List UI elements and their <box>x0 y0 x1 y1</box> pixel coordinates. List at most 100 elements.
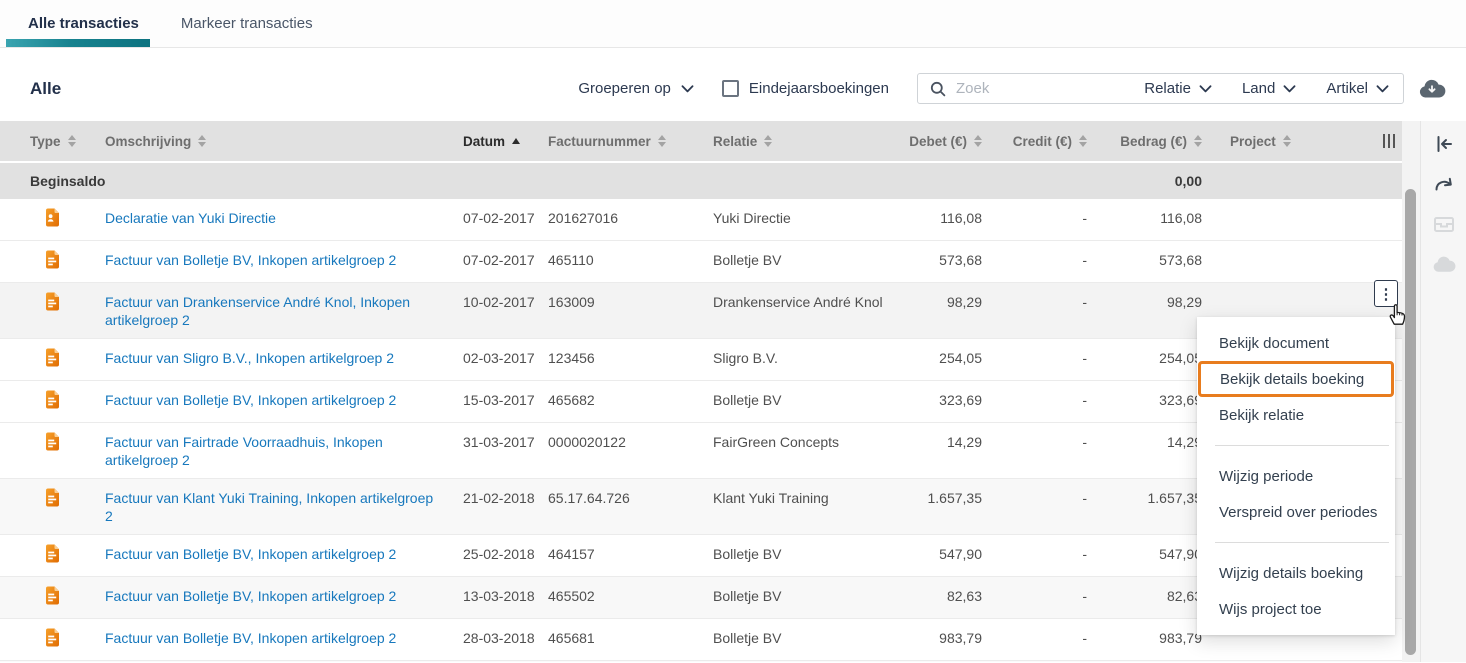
transaction-link[interactable]: Factuur van Klant Yuki Training, Inkopen… <box>105 490 433 524</box>
debit-cell: 254,05 <box>939 350 982 366</box>
invoice-number-cell: 465681 <box>548 630 595 646</box>
menu-item-wijs-project-toe[interactable]: Wijs project toe <box>1197 591 1395 627</box>
tab-markeer-transacties[interactable]: Markeer transacties <box>181 15 313 32</box>
description-cell: Factuur van Bolletje BV, Inkopen artikel… <box>90 545 455 563</box>
transaction-link[interactable]: Factuur van Bolletje BV, Inkopen artikel… <box>105 588 396 604</box>
invoice-number-cell: 464157 <box>548 546 595 562</box>
column-label: Debet (€) <box>909 133 967 149</box>
year-end-checkbox[interactable] <box>721 80 739 97</box>
invoice-number-cell: 465682 <box>548 392 595 408</box>
debit-cell: 14,29 <box>946 434 982 450</box>
table-row[interactable]: Factuur van Bolletje BV, Inkopen artikel… <box>0 577 1402 619</box>
menu-item-bekijk-document[interactable]: Bekijk document <box>1197 325 1395 361</box>
column-header-debet[interactable]: Debet (€) <box>895 134 990 149</box>
search-input[interactable] <box>954 79 1115 98</box>
table-row[interactable]: Factuur van Drankenservice André Knol, I… <box>0 283 1402 339</box>
table-row[interactable]: Factuur van Bolletje BV, Inkopen artikel… <box>0 241 1402 283</box>
transaction-link[interactable]: Factuur van Bolletje BV, Inkopen artikel… <box>105 546 396 562</box>
table-row[interactable]: Factuur van Klant Yuki Training, Inkopen… <box>0 479 1402 535</box>
column-label: Datum <box>463 133 506 149</box>
archive-icon <box>1431 211 1457 237</box>
invoice-document-icon <box>46 292 59 311</box>
relation-cell: Bolletje BV <box>713 630 782 646</box>
transaction-link[interactable]: Factuur van Sligro B.V., Inkopen artikel… <box>105 350 394 366</box>
column-header-project[interactable]: Project <box>1210 134 1320 149</box>
column-header-omschrijving[interactable]: Omschrijving <box>90 134 455 149</box>
transaction-link[interactable]: Factuur van Fairtrade Voorraadhuis, Inko… <box>105 434 383 468</box>
invoice-number-cell: 123456 <box>548 350 595 366</box>
relation-cell: Yuki Directie <box>713 210 791 226</box>
transaction-link[interactable]: Factuur van Bolletje BV, Inkopen artikel… <box>105 252 396 268</box>
column-label: Omschrijving <box>105 133 192 149</box>
transaction-link[interactable]: Factuur van Bolletje BV, Inkopen artikel… <box>105 392 396 408</box>
sort-toggle-icon <box>1194 135 1202 147</box>
invoice-document-icon <box>46 488 59 507</box>
transaction-link[interactable]: Factuur van Bolletje BV, Inkopen artikel… <box>105 630 396 646</box>
search-icon <box>930 81 946 96</box>
debit-cell: 573,68 <box>939 252 982 268</box>
beginsaldo-row: Beginsaldo 0,00 <box>0 161 1402 199</box>
menu-item-verspreid-over-periodes[interactable]: Verspreid over periodes <box>1197 494 1395 530</box>
collapse-panel-icon[interactable] <box>1431 131 1457 157</box>
table-row[interactable]: Factuur van Bolletje BV, Inkopen artikel… <box>0 535 1402 577</box>
description-cell: Factuur van Bolletje BV, Inkopen artikel… <box>90 391 455 409</box>
menu-item-bekijk-relatie[interactable]: Bekijk relatie <box>1197 397 1395 433</box>
export-cloud-button[interactable] <box>1418 78 1446 99</box>
date-cell: 07-02-2017 <box>463 252 535 268</box>
sort-toggle-icon <box>657 135 666 147</box>
description-cell: Factuur van Bolletje BV, Inkopen artikel… <box>90 587 455 605</box>
table-row[interactable]: Factuur van Fairtrade Voorraadhuis, Inko… <box>0 423 1402 479</box>
filter-artikel[interactable]: Artikel <box>1326 80 1389 97</box>
column-header-relatie[interactable]: Relatie <box>705 134 895 149</box>
menu-item-bekijk-details-boeking[interactable]: Bekijk details boeking <box>1198 361 1394 397</box>
column-header-credit[interactable]: Credit (€) <box>990 134 1095 149</box>
document-type-cell <box>0 348 90 371</box>
vertical-scrollbar[interactable] <box>1402 121 1420 662</box>
description-cell: Factuur van Bolletje BV, Inkopen artikel… <box>90 251 455 269</box>
table-row[interactable]: Factuur van Bolletje BV, Inkopen artikel… <box>0 619 1402 661</box>
table-row[interactable]: Factuur van Bolletje BV, Inkopen artikel… <box>0 381 1402 423</box>
group-by-dropdown[interactable]: Groeperen op <box>578 80 694 97</box>
amount-cell: 116,08 <box>1160 210 1202 226</box>
tab-alle-transacties[interactable]: Alle transacties <box>28 15 139 32</box>
document-type-cell <box>0 488 90 511</box>
redo-icon[interactable] <box>1431 171 1457 197</box>
amount-cell: 323,69 <box>1159 392 1202 408</box>
column-header-bedrag[interactable]: Bedrag (€) <box>1095 134 1210 149</box>
menu-item-wijzig-details-boeking[interactable]: Wijzig details boeking <box>1197 555 1395 591</box>
filter-bar: Alle Groeperen op Eindejaarsboekingen Re… <box>0 48 1466 121</box>
next-row-partial <box>0 661 1402 662</box>
credit-cell: - <box>1082 294 1087 310</box>
debit-cell: 116,08 <box>940 210 982 226</box>
cloud-icon <box>1431 251 1457 277</box>
search-box: Relatie Land Artikel <box>917 73 1404 104</box>
description-cell: Declaratie van Yuki Directie <box>90 209 455 227</box>
date-cell: 07-02-2017 <box>463 210 535 226</box>
invoice-number-cell: 465110 <box>548 252 594 268</box>
filter-relatie[interactable]: Relatie <box>1144 80 1212 97</box>
menu-item-wijzig-periode[interactable]: Wijzig periode <box>1197 458 1395 494</box>
amount-cell: 82,63 <box>1166 588 1202 604</box>
document-type-cell <box>0 250 90 273</box>
column-header-type[interactable]: Type <box>0 134 90 149</box>
table-row[interactable]: Declaratie van Yuki Directie 07-02-2017 20… <box>0 199 1402 241</box>
table-row[interactable]: Factuur van Sligro B.V., Inkopen artikel… <box>0 339 1402 381</box>
column-header-factuurnummer[interactable]: Factuurnummer <box>540 134 705 149</box>
filter-land-label: Land <box>1241 80 1276 97</box>
year-end-label: Eindejaarsboekingen <box>748 80 889 97</box>
column-settings-button[interactable] <box>1320 134 1402 148</box>
sort-toggle-icon <box>1282 135 1291 147</box>
transaction-link[interactable]: Declaratie van Yuki Directie <box>105 210 276 226</box>
scrollbar-thumb[interactable] <box>1405 189 1416 655</box>
row-actions-button[interactable]: ⋮ <box>1374 280 1398 307</box>
amount-cell: 573,68 <box>1159 252 1202 268</box>
relation-cell: Bolletje BV <box>713 546 782 562</box>
column-label: Factuurnummer <box>548 133 651 149</box>
year-end-bookings-toggle[interactable]: Eindejaarsboekingen <box>721 80 889 97</box>
transaction-link[interactable]: Factuur van Drankenservice André Knol, I… <box>105 294 410 328</box>
credit-cell: - <box>1082 546 1087 562</box>
page-title: Alle <box>30 78 62 98</box>
side-icon-panel <box>1420 121 1466 662</box>
filter-land[interactable]: Land <box>1242 80 1296 97</box>
column-header-datum[interactable]: Datum <box>455 134 540 149</box>
